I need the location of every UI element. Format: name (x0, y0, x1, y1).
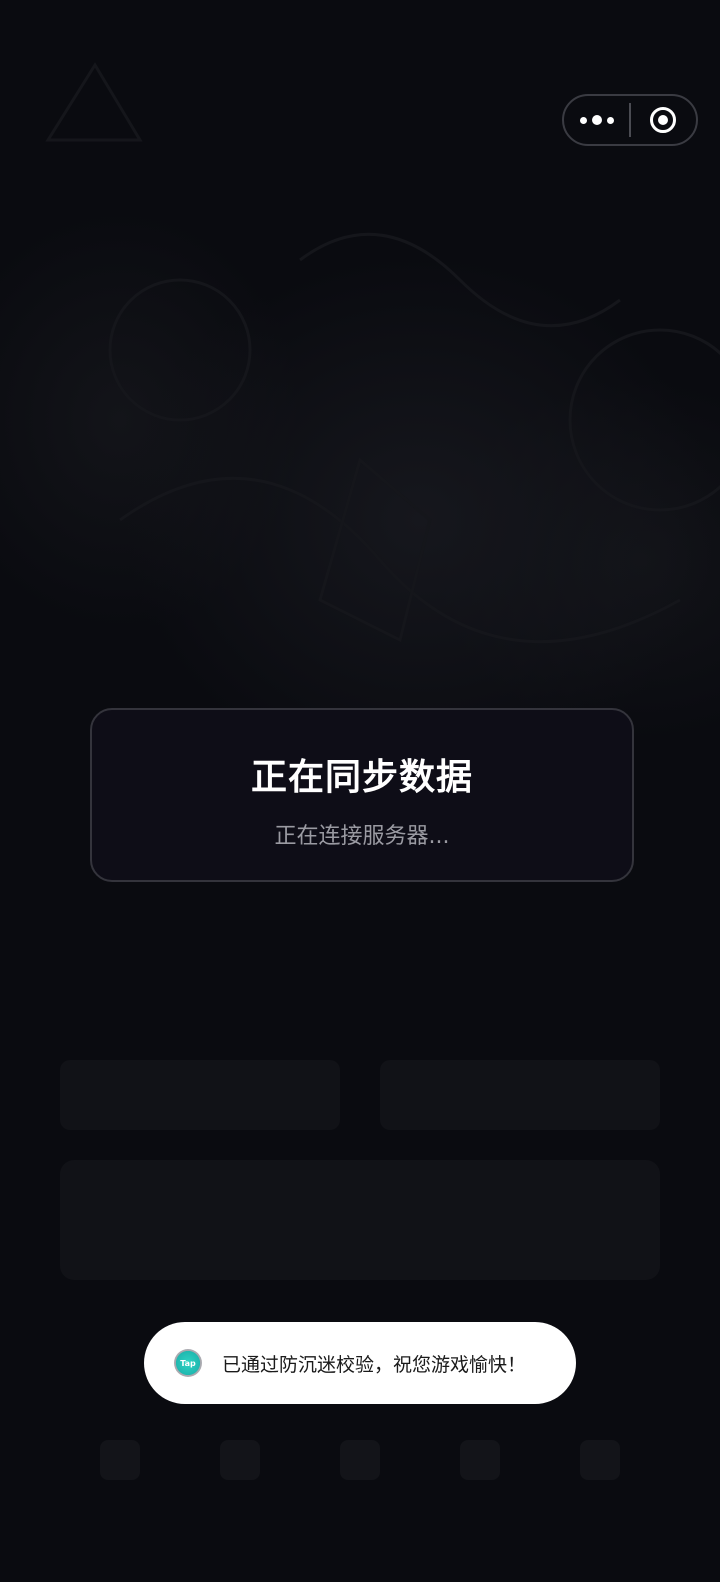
taptap-logo-text: Tap (180, 1358, 196, 1368)
target-circle-icon (650, 107, 677, 133)
mini-program-capsule (562, 94, 698, 146)
taptap-logo-icon: Tap (174, 1349, 202, 1377)
more-button[interactable] (564, 96, 629, 144)
anti-addiction-toast: Tap 已通过防沉迷校验，祝您游戏愉快！ (144, 1322, 576, 1404)
sync-dialog-title: 正在同步数据 (250, 757, 473, 798)
close-button[interactable] (631, 96, 696, 144)
sync-dialog: 正在同步数据 正在连接服务器... (90, 708, 634, 882)
sync-dialog-subtitle: 正在连接服务器... (274, 824, 450, 849)
screen: 正在同步数据 正在连接服务器... Tap 已通过防沉迷校验，祝您游戏愉快！ (0, 0, 720, 1582)
more-dots-icon (579, 115, 614, 125)
toast-message: 已通过防沉迷校验，祝您游戏愉快！ (222, 1353, 527, 1376)
